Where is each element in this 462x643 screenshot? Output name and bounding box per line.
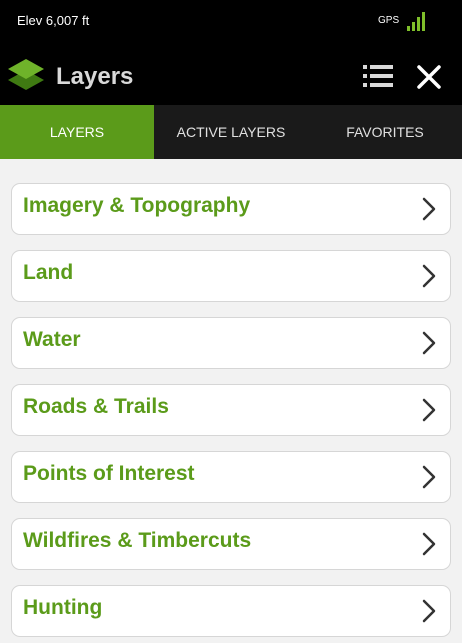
chevron-right-icon: [422, 331, 436, 355]
page-title: Layers: [56, 63, 134, 90]
chevron-right-icon: [422, 532, 436, 556]
list-icon[interactable]: [363, 65, 393, 87]
status-bar: Elev 6,007 ft GPS: [0, 0, 462, 44]
chevron-right-icon: [422, 197, 436, 221]
app-header: Layers: [0, 44, 462, 105]
tab-bar: LAYERS ACTIVE LAYERS FAVORITES: [0, 105, 462, 159]
chevron-right-icon: [422, 599, 436, 623]
layer-category-list: Imagery & Topography Land Water Roads & …: [11, 183, 451, 643]
tab-favorites[interactable]: FAVORITES: [308, 105, 462, 159]
category-imagery-topography[interactable]: Imagery & Topography: [11, 183, 451, 235]
category-label: Roads & Trails: [23, 395, 169, 418]
category-label: Wildfires & Timbercuts: [23, 529, 252, 552]
tab-layers[interactable]: LAYERS: [0, 105, 154, 159]
chevron-right-icon: [422, 465, 436, 489]
tab-active-layers[interactable]: ACTIVE LAYERS: [154, 105, 308, 159]
signal-bars-icon: [407, 11, 429, 31]
category-label: Hunting: [23, 596, 103, 619]
close-icon[interactable]: [415, 63, 443, 91]
category-points-of-interest[interactable]: Points of Interest: [11, 451, 451, 503]
category-land[interactable]: Land: [11, 250, 451, 302]
category-label: Water: [23, 328, 81, 351]
category-label: Points of Interest: [23, 462, 195, 485]
category-label: Land: [23, 261, 74, 284]
gps-label: GPS: [378, 15, 400, 26]
chevron-right-icon: [422, 264, 436, 288]
category-hunting[interactable]: Hunting: [11, 585, 451, 637]
elevation-readout: Elev 6,007 ft: [17, 13, 90, 28]
category-roads-trails[interactable]: Roads & Trails: [11, 384, 451, 436]
layers-icon: [8, 59, 44, 90]
category-wildfires-timbercuts[interactable]: Wildfires & Timbercuts: [11, 518, 451, 570]
category-water[interactable]: Water: [11, 317, 451, 369]
chevron-right-icon: [422, 398, 436, 422]
category-label: Imagery & Topography: [23, 194, 251, 217]
